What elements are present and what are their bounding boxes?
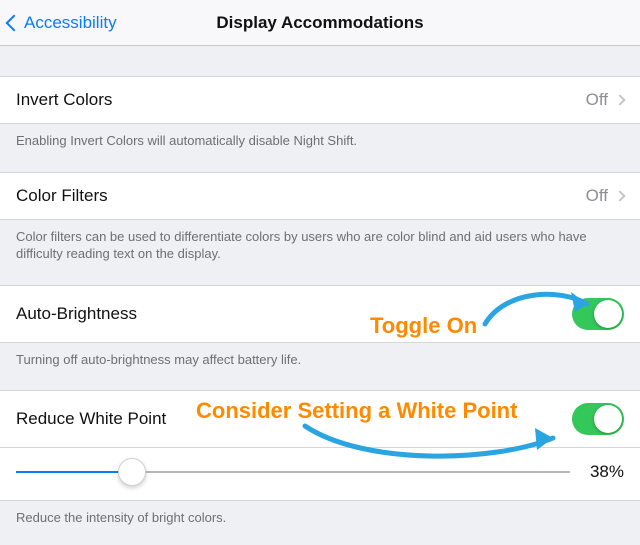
row-value: Off: [586, 90, 608, 110]
chevron-right-icon: [614, 94, 625, 105]
chevron-left-icon: [6, 14, 23, 31]
group-footer: Enabling Invert Colors will automaticall…: [0, 124, 640, 168]
group-footer: Turning off auto-brightness may affect b…: [0, 343, 640, 387]
settings-list: Invert Colors Off Enabling Invert Colors…: [0, 46, 640, 545]
group-footer: Color filters can be used to differentia…: [0, 220, 640, 281]
group-color-filters: Color Filters Off Color filters can be u…: [0, 172, 640, 281]
group-auto-brightness: Auto-Brightness Turning off auto-brightn…: [0, 285, 640, 387]
row-label: Auto-Brightness: [16, 304, 137, 324]
group-footer: Reduce the intensity of bright colors.: [0, 501, 640, 545]
row-reduce-white-point: Reduce White Point: [0, 390, 640, 448]
row-white-point-slider: 38%: [0, 448, 640, 501]
row-invert-colors[interactable]: Invert Colors Off: [0, 76, 640, 124]
group-reduce-white-point: Reduce White Point 38% Reduce the intens…: [0, 390, 640, 545]
group-invert-colors: Invert Colors Off Enabling Invert Colors…: [0, 76, 640, 168]
toggle-knob: [594, 300, 622, 328]
back-label: Accessibility: [24, 13, 117, 33]
slider-thumb[interactable]: [118, 458, 146, 486]
toggle-knob: [594, 405, 622, 433]
row-value: Off: [586, 186, 608, 206]
white-point-slider[interactable]: [16, 458, 570, 486]
reduce-white-point-toggle[interactable]: [572, 403, 624, 435]
row-color-filters[interactable]: Color Filters Off: [0, 172, 640, 220]
chevron-right-icon: [614, 190, 625, 201]
row-label: Invert Colors: [16, 90, 112, 110]
row-label: Color Filters: [16, 186, 108, 206]
row-label: Reduce White Point: [16, 409, 166, 429]
row-auto-brightness: Auto-Brightness: [0, 285, 640, 343]
auto-brightness-toggle[interactable]: [572, 298, 624, 330]
navigation-bar: Accessibility Display Accommodations: [0, 0, 640, 46]
slider-value: 38%: [584, 462, 624, 482]
slider-track-fill: [16, 471, 132, 473]
back-button[interactable]: Accessibility: [0, 13, 117, 33]
